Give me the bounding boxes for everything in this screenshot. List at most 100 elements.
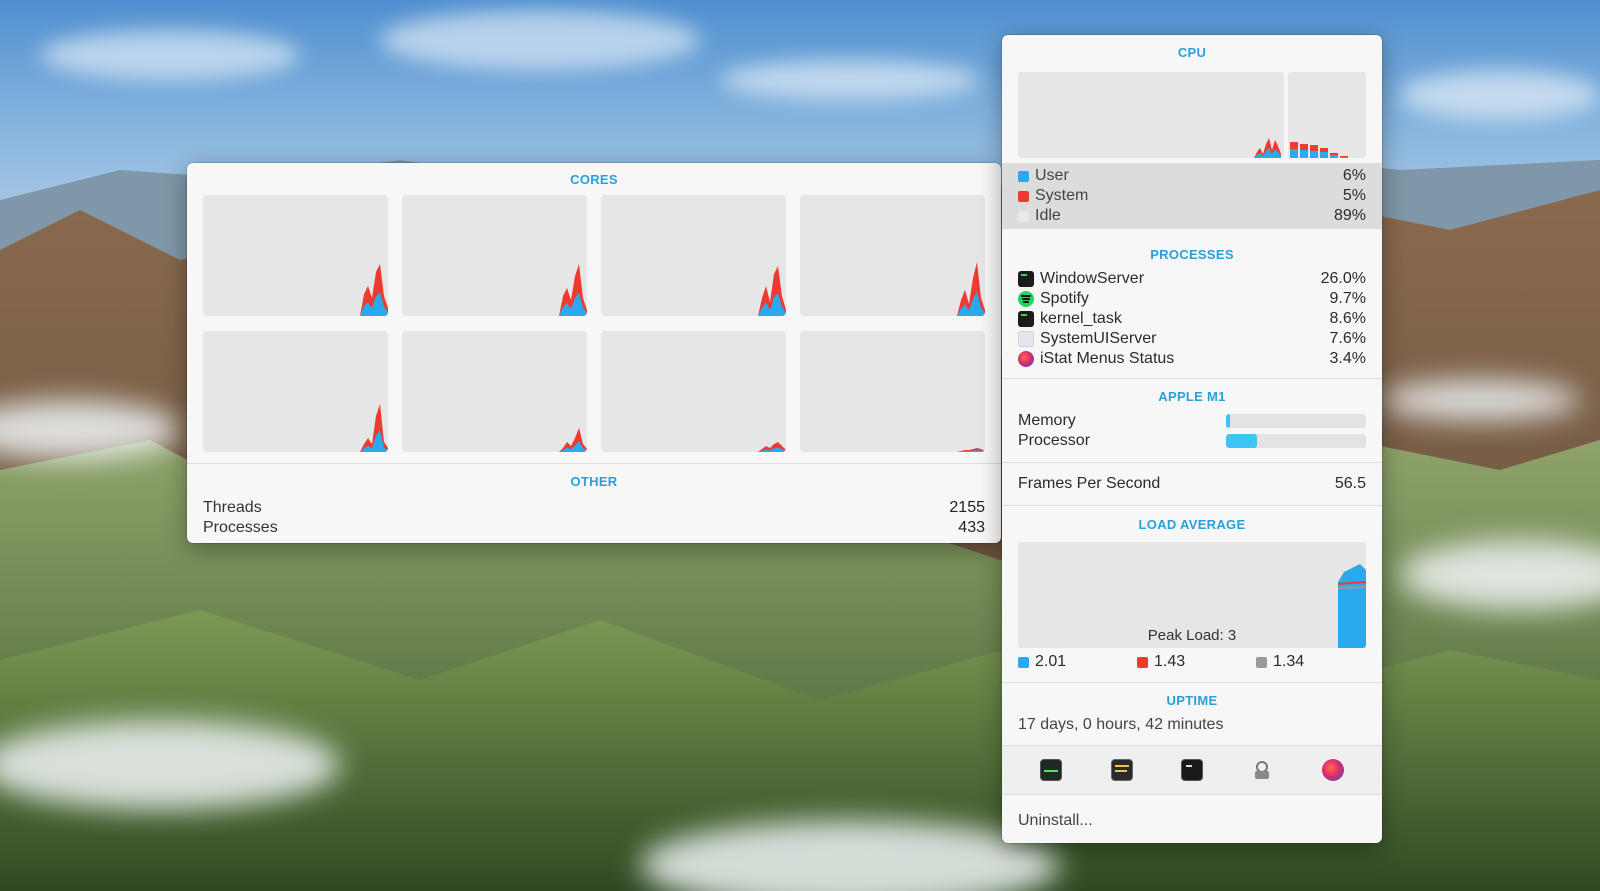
memory-row: Memory (1018, 411, 1366, 431)
core-graph-1 (203, 195, 388, 316)
process-row[interactable]: iStat Menus Status 3.4% (1018, 349, 1366, 369)
cpu-recent-user-bar (1340, 157, 1348, 158)
spotify-icon (1018, 291, 1034, 307)
core-graph-2 (402, 195, 587, 316)
cpu-recent-system-bar (1290, 142, 1298, 149)
toolbar (1002, 746, 1382, 794)
processor-bar (1226, 434, 1366, 448)
cpu-recent-graph (1288, 72, 1366, 158)
load-average-graph: Peak Load: 3 (1018, 542, 1366, 648)
cpu-recent-system-bar (1330, 153, 1338, 155)
process-row[interactable]: WindowServer 26.0% (1018, 269, 1366, 289)
process-value: 7.6% (1329, 330, 1366, 347)
istat-icon (1018, 351, 1034, 367)
threads-label: Threads (203, 499, 262, 516)
divider (1002, 462, 1382, 463)
terminal-icon (1018, 311, 1034, 327)
system-info-icon[interactable] (1251, 759, 1273, 781)
terminal-icon (1018, 271, 1034, 287)
threads-row: Threads 2155 (203, 498, 985, 518)
usage-idle-value: 89% (1333, 207, 1366, 224)
uptime-value: 17 days, 0 hours, 42 minutes (1018, 716, 1224, 733)
divider (1002, 794, 1382, 795)
processes-value: 433 (958, 519, 985, 536)
uninstall-menu-item[interactable]: Uninstall... (1018, 811, 1366, 831)
process-row[interactable]: kernel_task 8.6% (1018, 309, 1366, 329)
process-name: WindowServer (1040, 270, 1145, 287)
load-15min-swatch (1256, 656, 1267, 668)
divider (1002, 378, 1382, 379)
process-value: 3.4% (1329, 350, 1366, 367)
processes-row: Processes 433 (203, 518, 985, 538)
processes-title: PROCESSES (1150, 247, 1234, 262)
cores-panel: CORES OTHER Threads 2155 Processes 433 (187, 163, 1001, 543)
core-graph-7 (601, 331, 786, 452)
memory-bar (1226, 414, 1366, 428)
load-1min-value: 2.01 (1035, 653, 1067, 670)
core-graph-6 (402, 331, 587, 452)
cpu-title: CPU (1177, 45, 1207, 60)
fps-row: Frames Per Second 56.5 (1018, 474, 1366, 494)
load-15min-line (1337, 586, 1366, 589)
usage-user-label: User (1035, 167, 1069, 184)
load-5min-value: 1.43 (1154, 653, 1186, 670)
processor-bar-fill (1226, 434, 1257, 448)
process-row[interactable]: Spotify 9.7% (1018, 289, 1366, 309)
usage-user-value: 6% (1342, 167, 1366, 184)
usage-system-label: System (1035, 187, 1089, 204)
process-name: SystemUIServer (1040, 330, 1157, 347)
cpu-recent-user-bar (1320, 152, 1328, 158)
fps-value: 56.5 (1334, 475, 1366, 492)
cpu-recent-system-bar (1310, 145, 1318, 151)
terminal-icon[interactable] (1180, 759, 1203, 781)
peak-load-label: Peak Load: 3 (1147, 627, 1237, 644)
core-graph-5 (203, 331, 388, 452)
process-row[interactable]: SystemUIServer 7.6% (1018, 329, 1366, 349)
core-graph-3 (601, 195, 786, 316)
cpu-history-graph (1018, 72, 1284, 158)
core-graph-8 (800, 331, 985, 452)
other-title: OTHER (570, 474, 618, 489)
cpu-recent-system-bar (1340, 156, 1348, 157)
load-5min-swatch (1137, 656, 1148, 668)
chip-title: APPLE M1 (1158, 389, 1226, 404)
processor-row: Processor (1018, 431, 1366, 451)
cpu-recent-user-bar (1290, 149, 1298, 158)
istat-icon[interactable] (1321, 759, 1344, 781)
process-value: 9.7% (1329, 290, 1366, 307)
processor-label: Processor (1018, 432, 1091, 449)
uptime-title: UPTIME (1166, 693, 1218, 708)
cores-grid (203, 195, 985, 455)
core-graph-4 (800, 195, 985, 316)
user-swatch (1018, 170, 1029, 182)
other-stats: Threads 2155 Processes 433 (203, 498, 985, 538)
load-title: LOAD AVERAGE (1138, 517, 1246, 532)
load-1min-swatch (1018, 656, 1029, 668)
fps-label: Frames Per Second (1018, 475, 1161, 492)
system-swatch (1018, 190, 1029, 202)
idle-swatch (1018, 210, 1029, 222)
divider (1002, 505, 1382, 506)
processes-label: Processes (203, 519, 278, 536)
process-value: 26.0% (1320, 270, 1366, 287)
load-15min-value: 1.34 (1273, 653, 1305, 670)
load-legend: 2.01 1.43 1.34 (1018, 653, 1366, 671)
usage-system-row: System 5% (1018, 186, 1366, 206)
generic-app-icon (1018, 331, 1034, 347)
cpu-panel: CPU User 6% System 5% Idle 89% PROCESSES (1002, 35, 1382, 843)
cpu-recent-user-bar (1300, 150, 1308, 158)
activity-monitor-icon[interactable] (1040, 759, 1063, 781)
threads-value: 2155 (949, 499, 985, 516)
cores-divider (187, 463, 1001, 464)
memory-label: Memory (1018, 412, 1076, 429)
usage-user-row: User 6% (1018, 166, 1366, 186)
console-icon[interactable] (1110, 759, 1133, 781)
usage-system-value: 5% (1342, 187, 1366, 204)
cpu-recent-system-bar (1320, 148, 1328, 152)
usage-idle-row: Idle 89% (1018, 206, 1366, 226)
process-list: WindowServer 26.0% Spotify 9.7% kernel_t… (1018, 269, 1366, 369)
cpu-recent-user-bar (1310, 151, 1318, 158)
cores-title: CORES (570, 172, 618, 187)
chip-stats: Memory Processor (1018, 411, 1366, 451)
process-name: Spotify (1040, 290, 1089, 307)
